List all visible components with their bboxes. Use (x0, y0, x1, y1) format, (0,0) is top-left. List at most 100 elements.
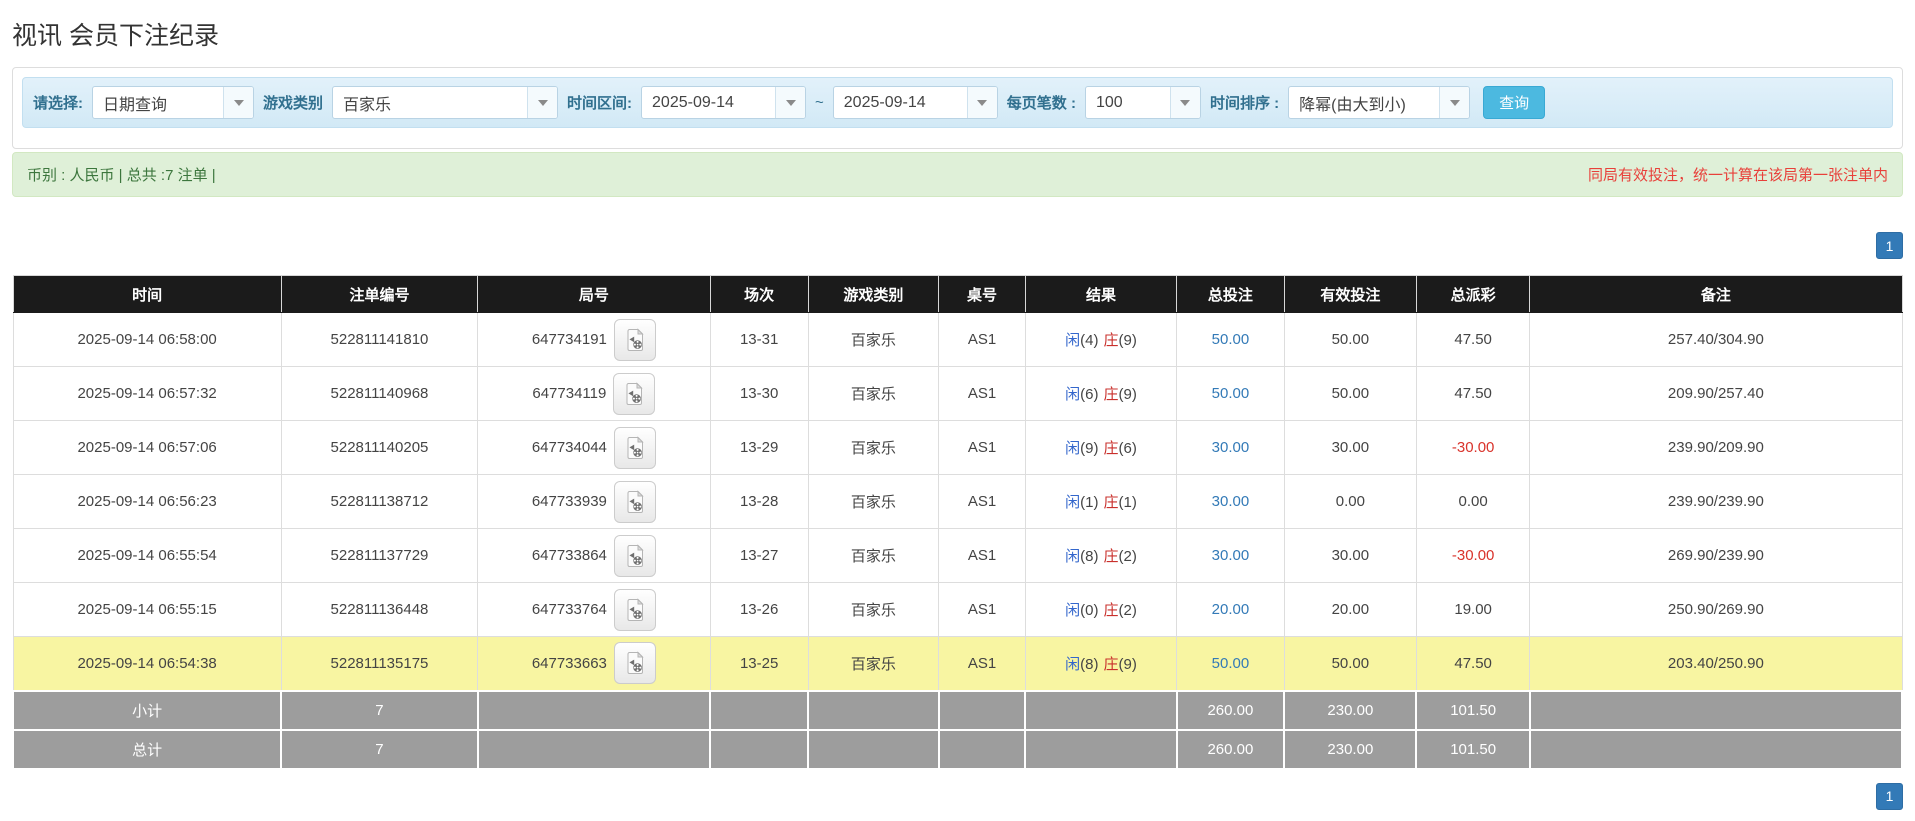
header-result: 结果 (1024, 275, 1178, 313)
filter-panel: 请选择: 日期查询 游戏类别 百家乐 时间区间: 2025-09-14 ~ 20… (12, 67, 1903, 149)
summary-empty (807, 689, 940, 731)
cell-round: 647733864 (477, 528, 711, 583)
time-range-label: 时间区间: (567, 95, 633, 112)
banker-result-score: (2) (1118, 602, 1137, 619)
video-replay-button[interactable] (613, 318, 656, 361)
cell-total-bet: 30.00 (1176, 420, 1285, 475)
banker-result-score: (6) (1118, 440, 1137, 457)
sort-order-select[interactable]: 降幂(由大到小) (1288, 86, 1471, 119)
header-time: 时间 (12, 275, 282, 313)
player-result-score: (8) (1080, 548, 1099, 565)
cell-note: 209.90/257.40 (1529, 366, 1903, 421)
per-page-select[interactable]: 100 (1084, 86, 1201, 119)
page-1-button[interactable]: 1 (1876, 782, 1903, 810)
banker-result-label: 庄 (1103, 386, 1119, 403)
chevron-down-icon[interactable] (966, 87, 997, 118)
chevron-down-icon[interactable] (1169, 87, 1200, 118)
chevron-down-icon[interactable] (223, 87, 253, 118)
cell-bet-id: 522811138712 (280, 474, 479, 529)
cell-result: 闲(9) 庄(6) (1024, 420, 1178, 475)
total-bet-link[interactable]: 30.00 (1212, 547, 1250, 564)
cell-time: 2025-09-14 06:55:15 (12, 582, 282, 637)
cell-total-bet: 30.00 (1176, 474, 1285, 529)
summary-empty (1528, 689, 1904, 731)
total-bet-link[interactable]: 50.00 (1212, 331, 1250, 348)
video-replay-button[interactable] (613, 480, 656, 523)
cell-payout: 47.50 (1415, 312, 1531, 367)
video-replay-button[interactable] (613, 372, 656, 415)
valid-bet-notice-text: 同局有效投注，统一计算在该局第一张注单内 (1587, 167, 1888, 184)
banker-result-label: 庄 (1103, 655, 1119, 673)
cell-table-no: AS1 (938, 420, 1026, 475)
header-table-no: 桌号 (938, 275, 1026, 313)
cell-time: 2025-09-14 06:55:54 (12, 528, 282, 583)
player-result-score: (8) (1080, 655, 1099, 673)
cell-bet-id: 522811136448 (280, 582, 479, 637)
cell-game-type: 百家乐 (807, 366, 940, 421)
cell-valid-bet: 50.00 (1283, 312, 1417, 367)
date-from-select[interactable]: 2025-09-14 (641, 86, 807, 119)
cell-game-type: 百家乐 (807, 474, 940, 529)
cell-total-bet: 50.00 (1176, 312, 1285, 367)
round-number: 647733663 (531, 654, 607, 672)
cell-table-no: AS1 (938, 582, 1026, 637)
cell-bet-id: 522811135175 (280, 636, 479, 691)
video-file-icon (627, 543, 644, 567)
cell-valid-bet: 30.00 (1283, 420, 1417, 475)
cell-table-no: AS1 (938, 636, 1026, 691)
video-replay-button[interactable] (613, 534, 656, 577)
chevron-down-icon[interactable] (775, 87, 806, 118)
summary-label: 小计 (11, 689, 283, 731)
player-result-score: (4) (1080, 332, 1099, 349)
cell-total-bet: 50.00 (1176, 636, 1285, 691)
banker-result-score: (2) (1118, 548, 1137, 565)
player-result-label: 闲 (1065, 655, 1081, 673)
cell-note: 203.40/250.90 (1529, 636, 1903, 691)
video-replay-button[interactable] (613, 642, 656, 685)
page-1-button[interactable]: 1 (1876, 232, 1903, 259)
banker-result-score: (9) (1118, 332, 1137, 349)
total-bet-link[interactable]: 50.00 (1212, 385, 1250, 402)
chevron-down-icon[interactable] (527, 87, 558, 118)
total-bet-link[interactable]: 30.00 (1212, 493, 1250, 510)
cell-time: 2025-09-14 06:57:32 (12, 366, 282, 421)
cell-result: 闲(4) 庄(9) (1024, 312, 1178, 367)
round-number: 647734191 (531, 331, 607, 348)
table-header-row: 时间 注单编号 局号 场次 游戏类别 桌号 结果 总投注 有效投注 总派彩 备注 (12, 275, 1903, 313)
search-button[interactable]: 查询 (1483, 86, 1546, 119)
total-bet-link[interactable]: 50.00 (1212, 655, 1250, 672)
page-root: 视讯 会员下注纪录 请选择: 日期查询 游戏类别 百家乐 时间区间: 2025-… (0, 16, 1915, 810)
summary-valid-bet: 230.00 (1283, 728, 1418, 770)
cell-session: 13-30 (709, 366, 809, 421)
video-file-icon (627, 597, 644, 621)
banker-result-score: (9) (1118, 386, 1137, 403)
cell-round: 647733663 (477, 636, 711, 691)
video-replay-button[interactable] (613, 588, 656, 631)
player-result-score: (1) (1080, 494, 1099, 511)
summary-count: 7 (280, 689, 479, 731)
cell-note: 239.90/209.90 (1529, 420, 1903, 475)
cell-bet-id: 522811137729 (280, 528, 479, 583)
summary-empty (709, 689, 810, 731)
total-bet-link[interactable]: 20.00 (1212, 601, 1250, 618)
cell-game-type: 百家乐 (807, 528, 940, 583)
cell-result: 闲(0) 庄(2) (1024, 582, 1178, 637)
chevron-down-icon[interactable] (1439, 87, 1470, 118)
cell-total-bet: 20.00 (1176, 582, 1285, 637)
summary-empty (476, 689, 712, 731)
game-type-select[interactable]: 百家乐 (332, 86, 559, 119)
query-type-select[interactable]: 日期查询 (92, 86, 254, 119)
cell-payout: 0.00 (1415, 474, 1531, 529)
cell-bet-id: 522811140205 (280, 420, 479, 475)
video-replay-button[interactable] (613, 426, 656, 469)
total-bet-link[interactable]: 30.00 (1212, 439, 1250, 456)
header-bet-id: 注单编号 (280, 275, 479, 313)
cell-time: 2025-09-14 06:57:06 (12, 420, 282, 475)
summary-empty (1528, 728, 1904, 770)
cell-note: 250.90/269.90 (1529, 582, 1903, 637)
cell-table-no: AS1 (938, 366, 1026, 421)
video-file-icon (627, 327, 644, 351)
date-to-select[interactable]: 2025-09-14 (832, 86, 998, 119)
per-page-value: 100 (1095, 93, 1123, 111)
header-round: 局号 (477, 275, 711, 313)
